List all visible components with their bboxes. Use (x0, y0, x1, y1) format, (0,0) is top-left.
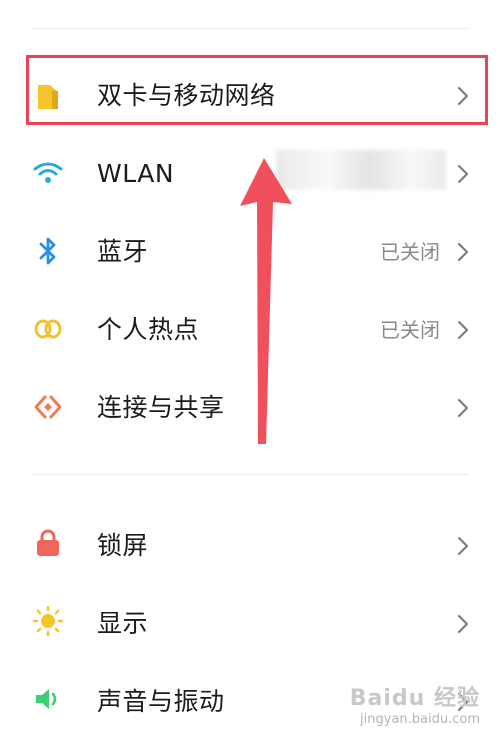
watermark-url: jingyan.baidu.com (360, 712, 480, 727)
chevron-right-icon (457, 398, 469, 418)
status-text: 已关闭 (380, 240, 440, 264)
settings-item-label: 个人热点 (97, 315, 200, 344)
watermark: Baidu 经验 jingyan.baidu.com (350, 680, 480, 727)
speaker-icon (33, 684, 63, 714)
settings-item-label: 声音与振动 (97, 687, 225, 716)
status-text: 已关闭 (380, 318, 440, 342)
settings-item-label: 蓝牙 (97, 237, 149, 266)
blurred-network-name (276, 150, 446, 190)
divider-top (32, 28, 468, 29)
chevron-right-icon (457, 164, 469, 184)
lock-icon (33, 528, 63, 558)
settings-item-label: 锁屏 (97, 531, 149, 560)
sun-icon (33, 606, 63, 636)
annotation-arrow-icon (240, 158, 292, 444)
chevron-right-icon (457, 536, 469, 556)
chevron-right-icon (457, 320, 469, 340)
chevron-right-icon (457, 242, 469, 262)
hotspot-icon (33, 314, 63, 344)
settings-item-label: 连接与共享 (97, 393, 225, 422)
settings-item-label: 显示 (97, 609, 149, 638)
settings-item-lock-screen[interactable]: 锁屏 (0, 510, 500, 580)
bluetooth-icon (33, 236, 63, 266)
settings-item-display[interactable]: 显示 (0, 588, 500, 658)
connection-share-icon (33, 392, 63, 422)
chevron-right-icon (457, 614, 469, 634)
section-divider (32, 474, 468, 475)
settings-item-label: WLAN (97, 159, 175, 188)
wifi-icon (33, 158, 63, 188)
watermark-brand: Baidu 经验 (349, 686, 480, 711)
highlight-box (26, 55, 488, 125)
